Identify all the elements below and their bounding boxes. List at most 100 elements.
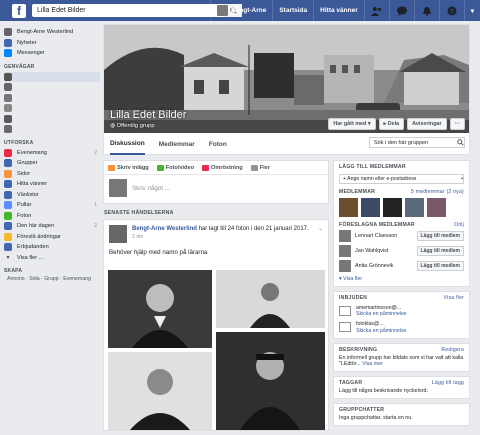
chevron-down-icon[interactable]: ⌄ — [318, 225, 323, 232]
group-icon — [4, 125, 12, 134]
friend-requests-icon[interactable] — [363, 0, 389, 21]
post-author-link[interactable]: Bengt-Arne Westerlind — [132, 226, 197, 232]
invited-more-link[interactable]: Visa fler — [444, 295, 464, 301]
sidebar-item-label: Erbjudanden — [17, 244, 49, 251]
invited-heading: INBJUDEN Visa fler — [339, 295, 464, 301]
post-photo[interactable] — [216, 270, 325, 328]
sidebar-item-group[interactable] — [4, 82, 100, 93]
group-title[interactable]: Lilla Edet Bilder — [110, 109, 186, 121]
composer-tab-write[interactable]: Skriv inlägg — [108, 164, 149, 171]
sidebar-item-nav[interactable]: Nyheter — [4, 38, 100, 49]
tags-title: TAGGAR — [339, 380, 363, 387]
group-search-input[interactable]: Sök i den här gruppen — [369, 137, 465, 148]
suggested-member-name[interactable]: Anita Grönnevik — [355, 263, 417, 269]
sidebar-item-group[interactable] — [4, 124, 100, 135]
sidebar-item-group[interactable] — [4, 114, 100, 125]
description-more-link[interactable]: Visa mer — [362, 361, 383, 367]
find-friends-link[interactable]: Hitta vänner — [313, 0, 364, 21]
create-links[interactable]: Annons · Sida · Grupp · Evenemang — [4, 276, 100, 283]
add-member-button[interactable]: Lägg till medlem — [416, 245, 464, 256]
explore-icon — [4, 148, 12, 157]
member-avatar[interactable] — [405, 198, 424, 217]
more-options-button[interactable]: ··· — [449, 118, 465, 130]
suggested-member-avatar[interactable] — [339, 229, 351, 242]
add-tag-link[interactable]: Lägg till tagg — [432, 380, 464, 386]
sidebar-item-explore[interactable]: Grupper — [4, 158, 100, 169]
members-count-link[interactable]: 5 medlemmar (2 nya) — [411, 189, 464, 195]
send-reminder-link[interactable]: Skicka en påminnelse — [356, 311, 406, 317]
search-icon[interactable] — [457, 139, 464, 146]
joined-button[interactable]: Har gått med ▾ — [328, 118, 376, 130]
composer-tab-poll[interactable]: Omröstning — [202, 164, 243, 171]
sidebar-item-label: Messenger — [17, 50, 45, 57]
sidebar-profile[interactable]: Bengt-Arne Westerlind — [4, 27, 100, 38]
group-header-card: Lilla Edet Bilder ◍ Offentlig grupp Har … — [103, 24, 470, 155]
post-photo[interactable] — [216, 332, 325, 430]
feed-post: Bengt-Arne Westerlind har lagt till 24 f… — [103, 219, 329, 431]
post-photo[interactable] — [108, 270, 212, 348]
facebook-logo[interactable]: f — [12, 3, 26, 18]
member-avatar[interactable] — [383, 198, 402, 217]
sidebar-item-label: Vänlistor — [17, 191, 39, 198]
notifications-icon[interactable] — [413, 0, 439, 21]
suggested-hide-link[interactable]: Dölj — [454, 222, 464, 228]
sidebar-item-label: Den här dagen — [17, 223, 55, 230]
show-more-suggested[interactable]: ▾ Visa fler — [339, 276, 464, 282]
sidebar-item-explore[interactable]: Den här dagen 2 — [4, 221, 100, 232]
description-edit-link[interactable]: Redigera — [441, 347, 464, 353]
composer-placeholder[interactable]: Skriv något ... — [132, 185, 170, 192]
tab-members[interactable]: Medlemmar — [159, 135, 195, 154]
description-title: BESKRIVNING — [339, 346, 378, 353]
composer-tab-more[interactable]: Fler — [250, 164, 270, 171]
explore-icon — [4, 180, 12, 189]
composer-body[interactable]: Skriv något ... — [104, 175, 328, 201]
invited-title: INBJUDEN — [339, 295, 368, 301]
sidebar-item-explore[interactable]: Vänlistor — [4, 190, 100, 201]
share-button[interactable]: ▸ Dela — [378, 118, 405, 130]
tab-discussion[interactable]: Diskussion — [110, 134, 145, 155]
home-link[interactable]: Startsida — [272, 0, 313, 21]
sidebar-item-group[interactable] — [4, 103, 100, 114]
member-avatar[interactable] — [427, 198, 446, 217]
sidebar-item-explore[interactable]: Sidor — [4, 169, 100, 180]
add-member-input[interactable]: + Ange namn eller e-postadress ▪ — [339, 174, 464, 184]
member-avatar[interactable] — [339, 198, 358, 217]
sidebar-show-more[interactable]: ▾ Visa fler ... — [4, 253, 100, 264]
notifications-button[interactable]: Aviseringar — [407, 118, 447, 130]
add-member-button[interactable]: Lägg till medlem — [416, 260, 464, 271]
tags-heading: TAGGAR Lägg till tagg — [339, 380, 464, 386]
sidebar-item-explore[interactable]: Erbjudanden — [4, 242, 100, 253]
sidebar-item-group[interactable] — [4, 71, 100, 82]
member-avatar[interactable] — [361, 198, 380, 217]
contact-card-icon[interactable]: ▪ — [461, 176, 463, 182]
composer-tab-photo-label: Foto/video — [165, 164, 194, 171]
post-author-avatar[interactable] — [109, 225, 127, 243]
search-value: Lilla Edet Bilder — [37, 7, 86, 14]
suggested-member-name[interactable]: Lennart Claesson — [355, 233, 417, 239]
sidebar-item-group[interactable] — [4, 93, 100, 104]
add-member-button[interactable]: Lägg till medlem — [416, 230, 464, 241]
sidebar-item-nav[interactable]: Messenger — [4, 48, 100, 59]
post-photo[interactable] — [108, 352, 212, 430]
main-content: Lilla Edet Bilder ◍ Offentlig grupp Har … — [103, 24, 470, 431]
sidebar-item-explore[interactable]: Hitta vänner — [4, 179, 100, 190]
composer-tab-photo[interactable]: Foto/video — [156, 164, 194, 171]
messages-icon[interactable] — [388, 0, 414, 21]
user-name: Bengt-Arne — [230, 7, 267, 14]
suggested-member-avatar[interactable] — [339, 259, 351, 272]
chats-description[interactable]: Inga gruppchattar, starta en nu. — [339, 415, 464, 421]
invited-box: INBJUDEN Visa fler amemartinsson@... Skic… — [333, 291, 470, 339]
settings-dropdown-icon[interactable]: ▾ — [463, 0, 480, 21]
tab-photos[interactable]: Foton — [209, 135, 227, 154]
suggested-member-name[interactable]: Jan Wahlqvist — [355, 248, 417, 254]
profile-link[interactable]: Bengt-Arne — [209, 0, 272, 21]
sidebar-item-explore[interactable]: Pullar 1 — [4, 200, 100, 211]
post-timestamp[interactable]: 2 tim — [132, 233, 309, 241]
sidebar-item-explore[interactable]: Foton — [4, 211, 100, 222]
post-header: Bengt-Arne Westerlind har lagt till 24 f… — [104, 220, 328, 243]
help-icon[interactable]: ? — [438, 0, 464, 21]
sidebar-item-explore[interactable]: Föreslå ändringar — [4, 232, 100, 243]
sidebar-item-explore[interactable]: Evenemang 2 — [4, 148, 100, 159]
suggested-member-avatar[interactable] — [339, 244, 351, 257]
send-reminder-link[interactable]: Skicka en påminnelse — [356, 328, 406, 334]
